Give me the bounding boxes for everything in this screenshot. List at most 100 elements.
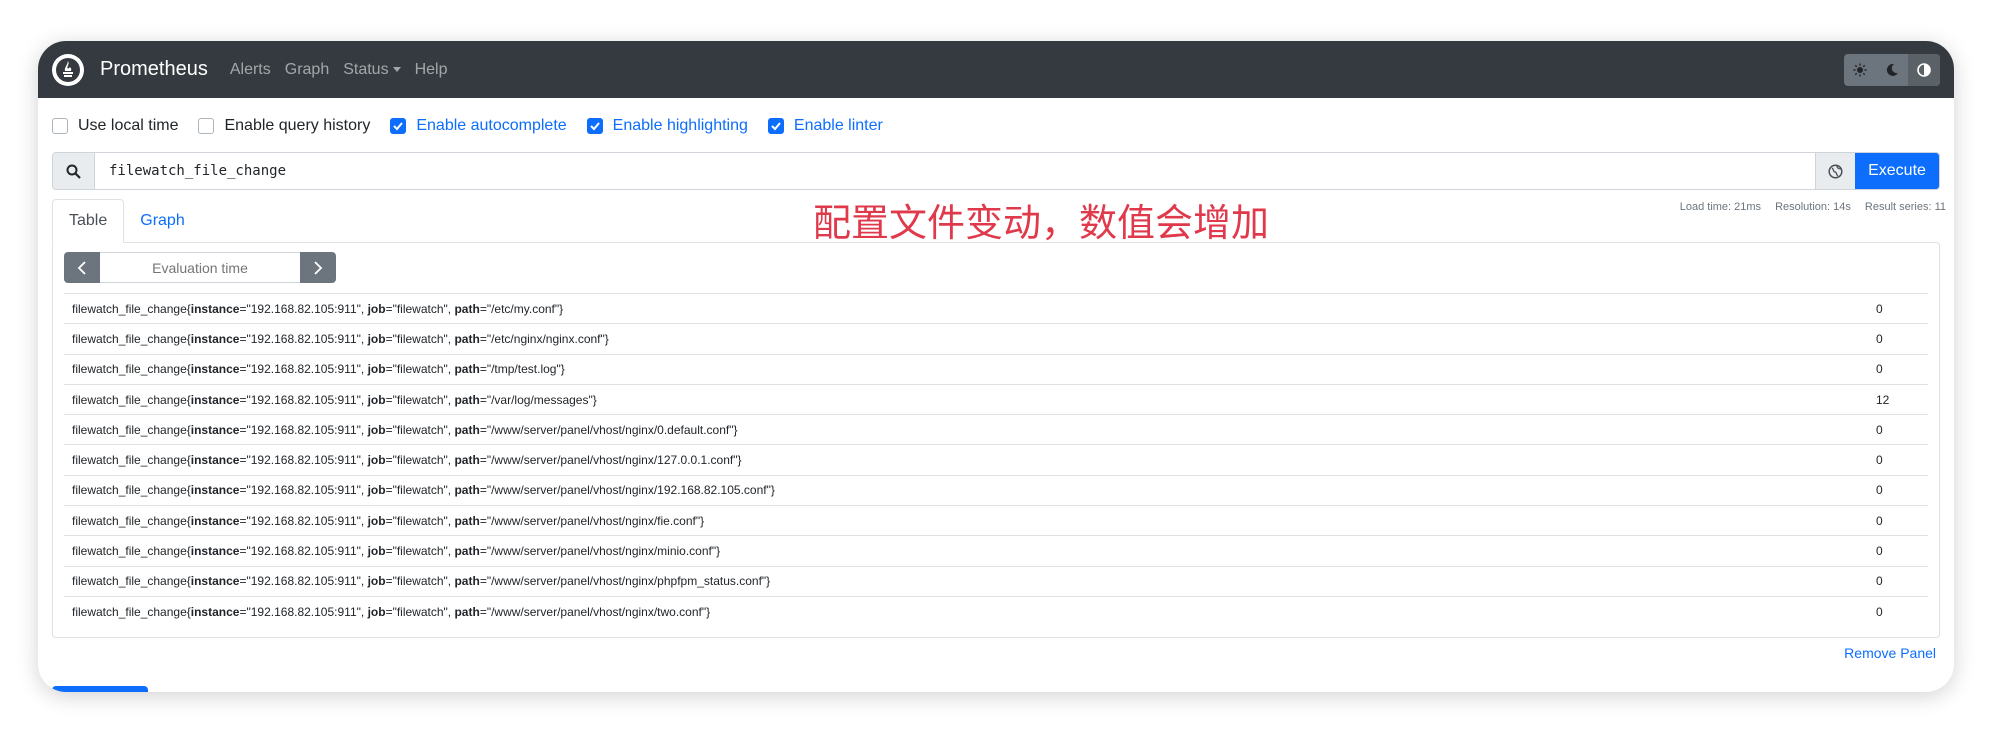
metric-name: filewatch_file_change <box>72 362 187 377</box>
job-value: filewatch <box>396 362 444 377</box>
label-key-path: path <box>454 301 480 316</box>
path-value: /www/server/panel/vhost/nginx/minio.conf <box>491 544 712 559</box>
table-row: filewatch_file_change{instance="192.168.… <box>64 595 1928 626</box>
job-value: filewatch <box>396 301 444 316</box>
label-key-path: path <box>454 362 480 377</box>
instance-value: 192.168.82.105:911 <box>250 574 357 589</box>
sun-icon <box>1853 63 1867 77</box>
brand-title[interactable]: Prometheus <box>100 58 208 81</box>
table-row: filewatch_file_change{instance="192.168.… <box>64 414 1928 444</box>
series-label: filewatch_file_change{instance="192.168.… <box>72 331 609 346</box>
table-row: filewatch_file_change{instance="192.168.… <box>64 353 1928 384</box>
job-value: filewatch <box>396 422 444 437</box>
chevron-left-icon <box>77 260 86 275</box>
path-value: /www/server/panel/vhost/nginx/127.0.0.1.… <box>491 453 734 468</box>
evaluation-time-group <box>64 252 336 283</box>
metric-name: filewatch_file_change <box>72 574 187 589</box>
metric-name: filewatch_file_change <box>72 604 187 619</box>
tab-graph[interactable]: Graph <box>124 199 200 243</box>
enable-linter-checkbox[interactable]: Enable linter <box>767 116 883 135</box>
enable-query-history-checkbox[interactable]: Enable query history <box>198 117 370 135</box>
prometheus-logo-icon[interactable] <box>52 53 84 86</box>
add-panel-button[interactable] <box>52 686 148 692</box>
enable-query-history-label: Enable query history <box>224 116 371 134</box>
panel-tabs: Table Graph <box>52 199 201 243</box>
nav-graph[interactable]: Graph <box>285 61 329 79</box>
query-input[interactable] <box>95 153 1815 189</box>
nav-help[interactable]: Help <box>415 61 448 79</box>
enable-highlighting-label: Enable highlighting <box>612 116 748 134</box>
checkbox-box[interactable] <box>198 117 215 134</box>
table-row: filewatch_file_change{instance="192.168.… <box>64 383 1928 414</box>
moon-icon <box>1886 63 1898 76</box>
annotation-text: 配置文件变动，数值会增加 <box>813 201 1270 245</box>
nav-status[interactable]: Status <box>343 60 401 79</box>
label-key-instance: instance <box>190 544 240 559</box>
auto-theme-button[interactable] <box>1908 54 1940 86</box>
remove-panel-link[interactable]: Remove Panel <box>1844 645 1936 661</box>
table-row: filewatch_file_change{instance="192.168.… <box>64 505 1928 535</box>
metric-name: filewatch_file_change <box>72 422 187 437</box>
instance-value: 192.168.82.105:911 <box>250 362 357 377</box>
series-label: filewatch_file_change{instance="192.168.… <box>72 362 565 377</box>
series-label: filewatch_file_change{instance="192.168.… <box>72 574 771 589</box>
series-label: filewatch_file_change{instance="192.168.… <box>72 392 597 407</box>
query-stats: Load time: 21ms Resolution: 14s Result ser… <box>1666 201 1946 213</box>
label-key-job: job <box>367 544 386 559</box>
label-key-job: job <box>367 422 386 437</box>
theme-toggle-group <box>1844 54 1940 86</box>
instance-value: 192.168.82.105:911 <box>250 301 357 316</box>
checkmark-icon[interactable] <box>767 117 784 134</box>
execute-button[interactable]: Execute <box>1855 153 1939 189</box>
app-window: Prometheus Alerts Graph Status Help Use … <box>38 41 1954 692</box>
previous-time-button[interactable] <box>64 252 100 283</box>
label-key-instance: instance <box>190 362 240 377</box>
nav-status-label: Status <box>343 60 389 78</box>
label-key-path: path <box>454 392 480 407</box>
job-value: filewatch <box>396 331 444 346</box>
series-label: filewatch_file_change{instance="192.168.… <box>72 604 711 619</box>
label-key-job: job <box>367 362 386 377</box>
evaluation-time-input[interactable] <box>100 252 300 283</box>
series-label: filewatch_file_change{instance="192.168.… <box>72 301 564 316</box>
label-key-path: path <box>454 331 480 346</box>
series-label: filewatch_file_change{instance="192.168.… <box>72 422 738 437</box>
use-local-time-label: Use local time <box>78 116 179 134</box>
metric-name: filewatch_file_change <box>72 483 187 498</box>
query-bar: Execute <box>52 152 1940 190</box>
checkmark-icon[interactable] <box>390 117 407 134</box>
checkmark-icon[interactable] <box>586 117 603 134</box>
label-key-path: path <box>454 422 480 437</box>
series-value: 0 <box>1876 301 1883 316</box>
enable-linter-label: Enable linter <box>793 116 883 134</box>
use-local-time-checkbox[interactable]: Use local time <box>52 117 178 135</box>
label-key-path: path <box>454 453 480 468</box>
metrics-explorer-button[interactable] <box>1815 153 1855 189</box>
series-value: 0 <box>1876 362 1883 377</box>
enable-autocomplete-checkbox[interactable]: Enable autocomplete <box>390 116 567 135</box>
dark-theme-button[interactable] <box>1876 54 1908 86</box>
table-row: filewatch_file_change{instance="192.168.… <box>64 293 1928 323</box>
light-theme-button[interactable] <box>1844 54 1876 86</box>
label-key-job: job <box>367 513 386 528</box>
tab-table[interactable]: Table <box>52 199 125 243</box>
instance-value: 192.168.82.105:911 <box>250 453 357 468</box>
label-key-job: job <box>367 331 386 346</box>
job-value: filewatch <box>396 453 444 468</box>
half-circle-icon <box>1917 63 1931 77</box>
series-value: 0 <box>1876 513 1883 528</box>
metric-name: filewatch_file_change <box>72 392 187 407</box>
enable-highlighting-checkbox[interactable]: Enable highlighting <box>586 116 748 135</box>
resolution: Resolution: 14s <box>1775 201 1851 213</box>
enable-autocomplete-label: Enable autocomplete <box>416 116 567 134</box>
nav-alerts[interactable]: Alerts <box>230 61 271 79</box>
instance-value: 192.168.82.105:911 <box>250 604 357 619</box>
next-time-button[interactable] <box>300 252 336 283</box>
label-key-instance: instance <box>190 574 240 589</box>
checkbox-box[interactable] <box>52 117 68 134</box>
job-value: filewatch <box>396 392 444 407</box>
caret-down-icon <box>392 67 401 72</box>
instance-value: 192.168.82.105:911 <box>250 544 357 559</box>
series-value: 12 <box>1876 392 1890 407</box>
series-label: filewatch_file_change{instance="192.168.… <box>72 483 775 498</box>
